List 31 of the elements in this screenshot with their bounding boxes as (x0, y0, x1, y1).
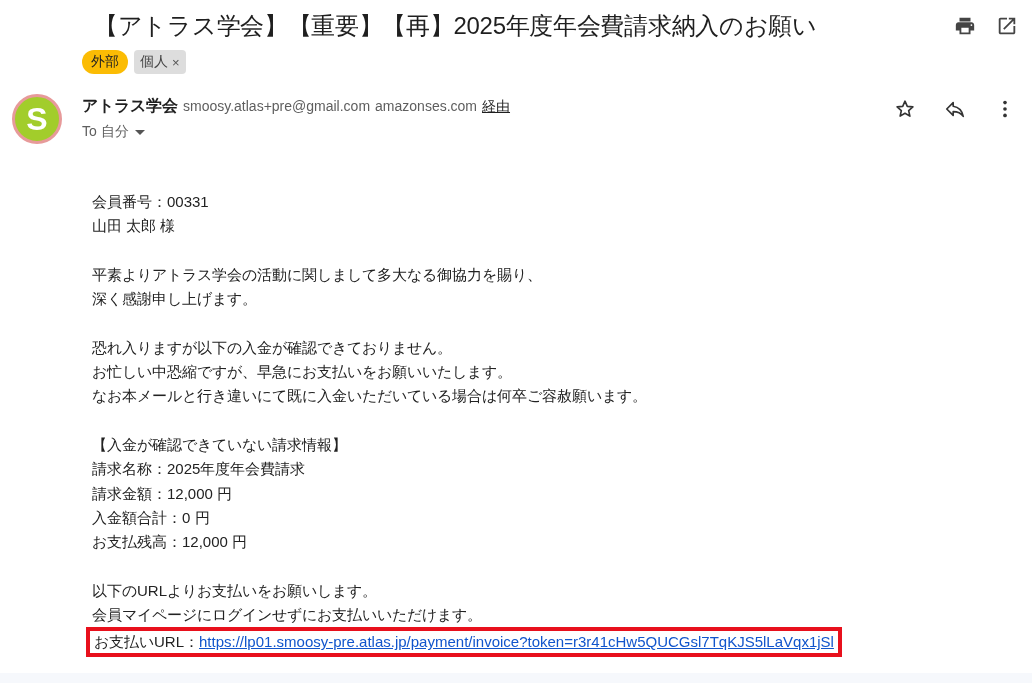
body-text: お支払残高：12,000 円 (92, 532, 249, 553)
body-text: 恐れ入りますが以下の入金が確認できておりません。 (92, 337, 453, 358)
sender-name: アトラス学会 (82, 96, 178, 116)
body-text: 会員番号：00331 (92, 192, 210, 212)
label-chip[interactable]: 外部 (82, 50, 128, 74)
print-icon[interactable] (954, 15, 976, 37)
via-domain: amazonses.com (375, 98, 477, 114)
payment-url-label: お支払いURL： (94, 632, 199, 653)
sender-avatar: S (12, 94, 62, 144)
label-chip[interactable]: 個人 × (134, 50, 186, 74)
body-text: 以下のURLよりお支払いをお願いします。 (92, 580, 378, 601)
body-text: 平素よりアトラス学会の活動に関しまして多大なる御協力を賜り、 (92, 264, 543, 285)
body-text: なお本メールと行き違いにて既に入金いただいている場合は何卒ご容赦願います。 (92, 386, 648, 407)
body-text: お忙しい中恐縮ですが、早急にお支払いをお願いいたします。 (92, 362, 513, 383)
label-text: 個人 (140, 53, 168, 71)
sender-address: smoosy.atlas+pre@gmail.com (183, 98, 371, 114)
body-text: 【入金が確認できていない請求情報】 (92, 434, 348, 455)
open-in-new-window-icon[interactable] (996, 15, 1018, 37)
star-icon[interactable] (894, 98, 916, 120)
email-subject: 【アトラス学会】【重要】【再】2025年度年会費請求納入のお願い (94, 11, 818, 41)
body-text: 入金額合計：0 円 (92, 507, 211, 528)
recipient-dropdown[interactable]: To 自分 (82, 123, 145, 141)
body-text: 請求名称：2025年度年会費請求 (92, 459, 307, 480)
via-link[interactable]: 経由 (482, 98, 510, 116)
remove-label-button[interactable]: × (172, 54, 180, 70)
caret-icon (134, 129, 145, 135)
body-text: 深く感謝申し上げます。 (92, 289, 258, 310)
body-text: 請求金額：12,000 円 (92, 483, 234, 504)
body-text: 会員マイページにログインせずにお支払いいただけます。 (92, 605, 483, 626)
body-text: 山田 太郎 様 (92, 216, 177, 237)
payment-link[interactable]: https://lp01.smoosy-pre.atlas.jp/payment/invoice?token=r3r41cHw5QUCGsl7TqKJS5lLaVqx1jSl (199, 631, 834, 654)
